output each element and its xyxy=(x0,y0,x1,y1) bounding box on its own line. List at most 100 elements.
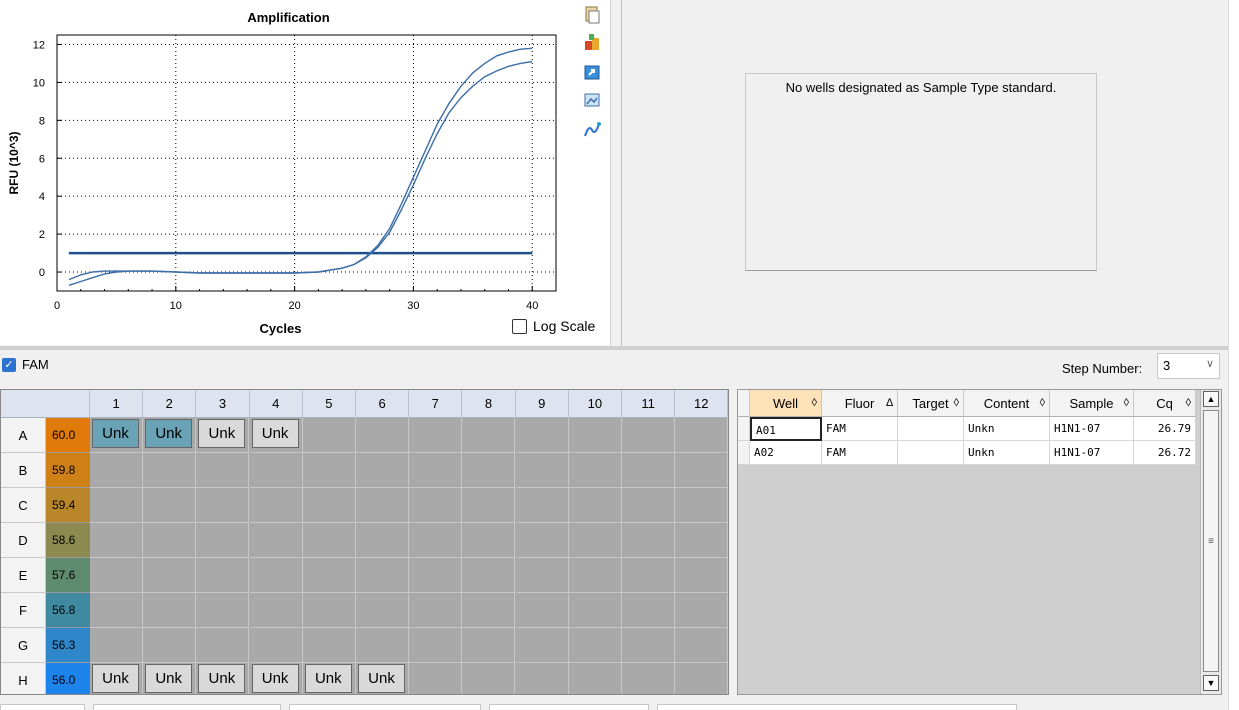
plate-row-header-C[interactable]: C xyxy=(1,488,46,523)
plate-well[interactable] xyxy=(622,453,675,488)
plate-well[interactable] xyxy=(249,558,303,593)
plate-well[interactable] xyxy=(515,453,569,488)
row-selector[interactable] xyxy=(738,441,750,465)
plate-corner[interactable] xyxy=(1,390,90,418)
plate-well[interactable] xyxy=(515,558,569,593)
plate-well[interactable] xyxy=(675,593,728,628)
plate-well[interactable] xyxy=(356,453,409,488)
plate-well[interactable] xyxy=(675,628,728,663)
plate-well[interactable] xyxy=(675,523,728,558)
plate-well[interactable] xyxy=(569,663,622,694)
table-cell[interactable]: A02 xyxy=(750,441,822,465)
plate-well[interactable] xyxy=(356,593,409,628)
plate-well[interactable] xyxy=(622,488,675,523)
plate-well[interactable] xyxy=(622,523,675,558)
column-header-fluor[interactable]: Fluor ∆ xyxy=(822,390,898,417)
plate-well[interactable] xyxy=(515,488,569,523)
bottom-tab[interactable] xyxy=(657,704,1017,710)
plate-well[interactable] xyxy=(462,523,516,558)
plate-well[interactable] xyxy=(462,488,516,523)
plate-well[interactable] xyxy=(249,523,303,558)
plate-well[interactable] xyxy=(90,558,143,593)
plate-column-header-2[interactable]: 2 xyxy=(143,390,197,418)
horizontal-splitter[interactable] xyxy=(0,346,1228,350)
plate-well[interactable] xyxy=(515,593,569,628)
plate-well[interactable] xyxy=(675,558,728,593)
plate-well[interactable] xyxy=(568,558,622,593)
column-header-cq[interactable]: Cq ◊ xyxy=(1134,390,1196,417)
log-scale-checkbox-box[interactable] xyxy=(512,318,527,334)
plate-well[interactable] xyxy=(675,663,728,694)
plate-well[interactable]: Unk xyxy=(90,418,143,453)
plate-well[interactable] xyxy=(90,593,143,628)
plate-well[interactable] xyxy=(143,453,197,488)
plate-row-header-H[interactable]: H xyxy=(1,663,46,694)
plate-view[interactable]: 1 2 3 4 5 6 7 8 9 10 11 12 A 60.0 Unk Unk Unk Unk B 59.8 C 59… xyxy=(0,389,729,695)
table-cell[interactable]: 26.79 xyxy=(1134,417,1196,441)
plate-row-header-F[interactable]: F xyxy=(1,593,46,628)
plate-well[interactable] xyxy=(143,558,197,593)
plate-well[interactable] xyxy=(409,418,463,453)
plate-well[interactable] xyxy=(196,593,250,628)
plate-well[interactable] xyxy=(356,488,409,523)
plate-well[interactable] xyxy=(568,593,622,628)
line-settings-icon[interactable] xyxy=(582,120,602,140)
plate-well[interactable] xyxy=(249,453,303,488)
table-cell[interactable]: FAM xyxy=(822,441,898,465)
plate-well[interactable] xyxy=(356,523,409,558)
image-icon[interactable] xyxy=(582,90,602,110)
plate-well[interactable] xyxy=(568,453,622,488)
plate-column-header-6[interactable]: 6 xyxy=(356,390,410,418)
bottom-tab[interactable] xyxy=(289,704,481,710)
plate-well[interactable] xyxy=(622,663,675,694)
plate-column-header-8[interactable]: 8 xyxy=(462,390,516,418)
bottom-tab[interactable] xyxy=(489,704,649,710)
plate-well[interactable] xyxy=(302,418,356,453)
plate-column-header-10[interactable]: 10 xyxy=(568,390,622,418)
plate-row-header-D[interactable]: D xyxy=(1,523,46,558)
column-header-content[interactable]: Content ◊ xyxy=(964,390,1050,417)
plate-well[interactable]: Unk xyxy=(250,663,303,694)
plate-well[interactable] xyxy=(462,663,516,694)
plate-well[interactable] xyxy=(249,593,303,628)
plate-well[interactable] xyxy=(302,593,356,628)
plate-well[interactable] xyxy=(249,488,303,523)
plate-well[interactable] xyxy=(409,488,463,523)
plate-well[interactable] xyxy=(515,418,569,453)
results-table[interactable]: Well ◊ Fluor ∆ Target ◊ Content ◊ Sample ◊ Cq ◊ A01 F… xyxy=(737,389,1222,695)
table-cell[interactable]: Unkn xyxy=(964,441,1050,465)
plate-column-header-7[interactable]: 7 xyxy=(409,390,463,418)
plate-well[interactable] xyxy=(409,663,463,694)
plate-well[interactable] xyxy=(409,453,463,488)
plate-well[interactable] xyxy=(409,628,463,663)
plate-column-header-12[interactable]: 12 xyxy=(675,390,728,418)
refresh-icon[interactable] xyxy=(582,62,602,82)
column-header-well[interactable]: Well ◊ xyxy=(750,390,822,417)
plate-well[interactable] xyxy=(622,558,675,593)
plate-well[interactable] xyxy=(568,523,622,558)
plate-well[interactable] xyxy=(568,488,622,523)
fam-checkbox[interactable]: ✓ xyxy=(2,357,16,372)
table-cell[interactable]: A01 xyxy=(750,417,822,441)
plate-well[interactable] xyxy=(196,523,250,558)
plate-well[interactable] xyxy=(462,418,516,453)
plate-column-header-1[interactable]: 1 xyxy=(90,390,144,418)
table-scrollbar[interactable]: ▲ ≡ ▼ xyxy=(1200,390,1221,694)
plate-well[interactable] xyxy=(143,593,197,628)
copy-icon[interactable] xyxy=(582,5,602,25)
plate-well[interactable] xyxy=(90,453,143,488)
plate-well[interactable] xyxy=(302,453,356,488)
plate-well[interactable] xyxy=(568,628,622,663)
row-selector[interactable] xyxy=(738,417,750,441)
plate-column-header-3[interactable]: 3 xyxy=(196,390,250,418)
plate-well[interactable] xyxy=(302,523,356,558)
plate-well[interactable] xyxy=(409,558,463,593)
plate-well[interactable] xyxy=(196,558,250,593)
plate-well[interactable] xyxy=(356,418,409,453)
plate-column-header-4[interactable]: 4 xyxy=(249,390,303,418)
plate-well[interactable] xyxy=(196,453,250,488)
plate-row-header-E[interactable]: E xyxy=(1,558,46,593)
column-header-target[interactable]: Target ◊ xyxy=(898,390,964,417)
plate-well[interactable]: Unk xyxy=(196,663,250,694)
plate-column-header-5[interactable]: 5 xyxy=(302,390,356,418)
